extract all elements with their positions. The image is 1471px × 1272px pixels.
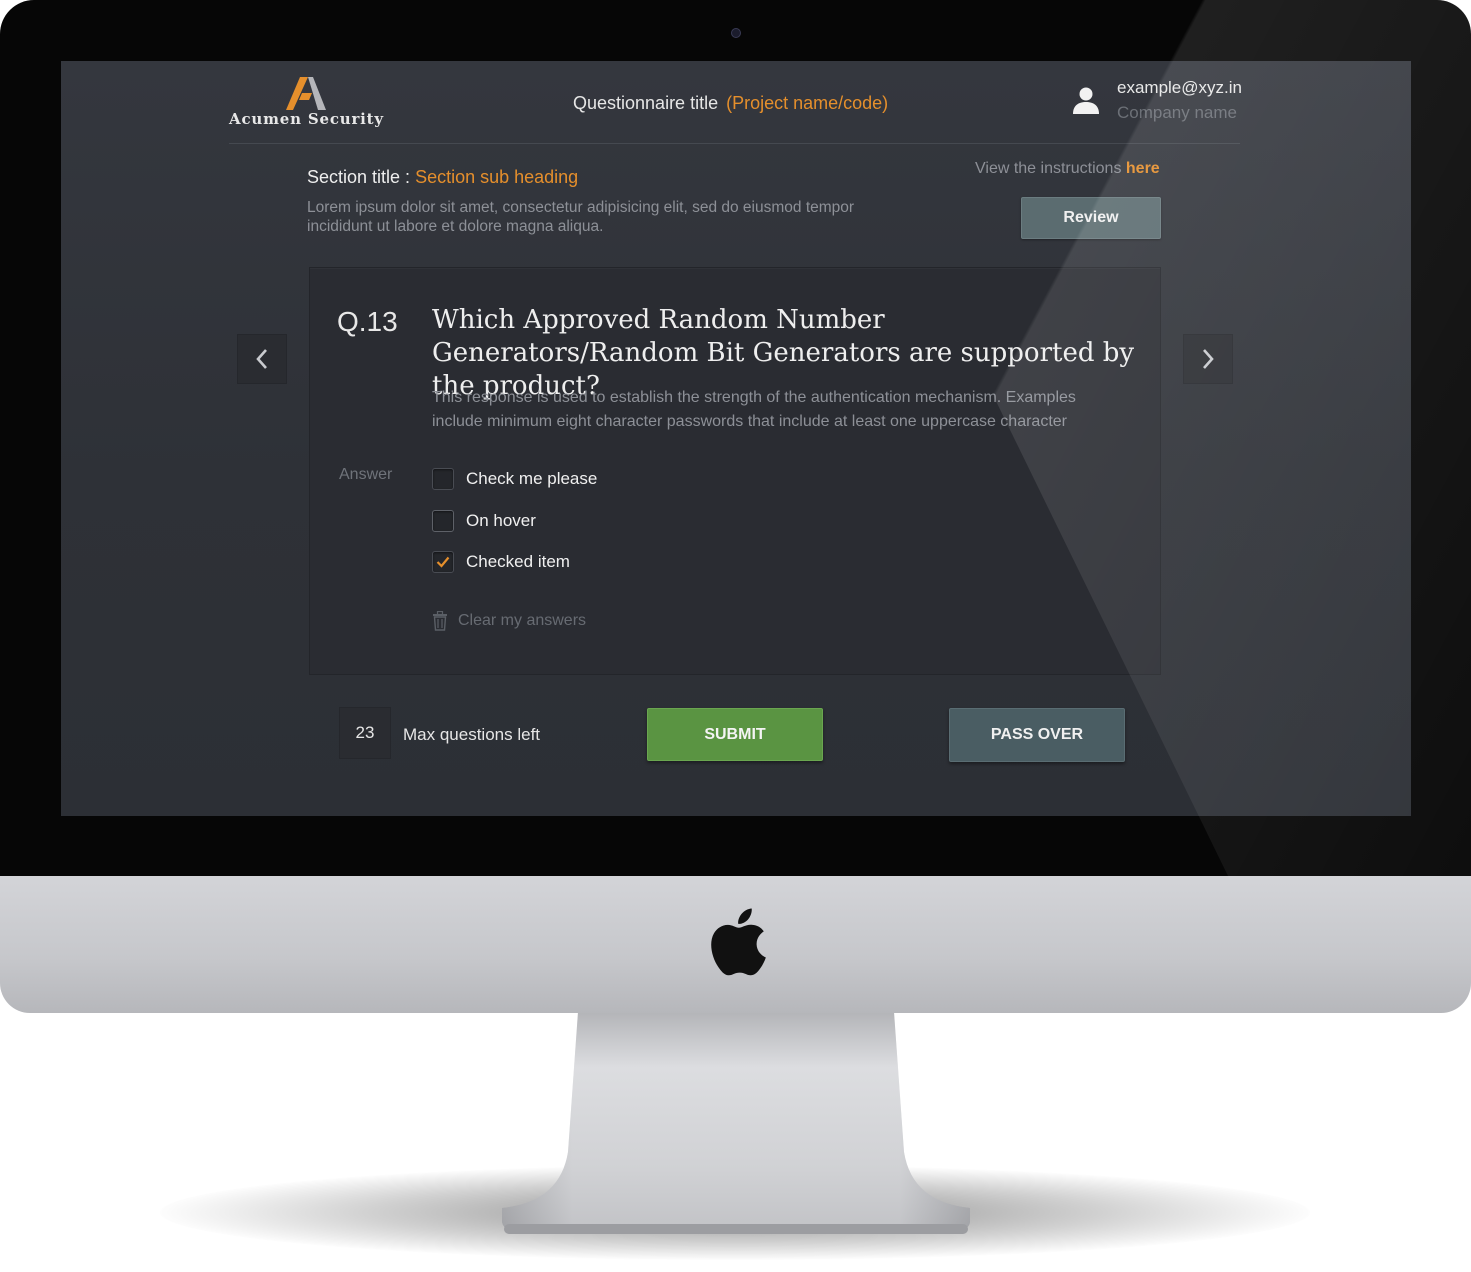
- section-title-label: Section title :: [307, 167, 416, 187]
- project-name: (Project name/code): [726, 93, 889, 113]
- answer-label: Answer: [339, 466, 393, 483]
- question-number: Q.13: [337, 306, 398, 337]
- checkmark-icon: [436, 556, 450, 568]
- section-sub-heading: Section sub heading: [415, 167, 579, 187]
- answer-option-label: On hover: [466, 511, 536, 530]
- company-name: Company name: [1117, 103, 1238, 122]
- instructions-link[interactable]: here: [1126, 160, 1160, 177]
- questionnaire-app: Acumen Security Questionnaire title (Proj…: [61, 61, 1411, 816]
- instructions-label: View the instructions: [975, 160, 1126, 177]
- user-icon[interactable]: [1071, 85, 1101, 115]
- monitor-stand: [502, 1012, 970, 1234]
- question-card: Q.13 Which Approved Random Number Genera…: [309, 267, 1161, 675]
- instructions-text: View the instructions here: [975, 160, 1160, 178]
- submit-button[interactable]: SUBMIT: [647, 708, 823, 761]
- section-title: Section title : Section sub heading: [307, 167, 578, 188]
- user-email[interactable]: example@xyz.in: [1117, 78, 1242, 98]
- questionnaire-title: Questionnaire title (Project name/code): [573, 93, 888, 114]
- questions-left-label: Max questions left: [403, 725, 541, 744]
- answer-option-check-me-please[interactable]: Check me please: [432, 467, 597, 491]
- brand-name: Acumen Security: [229, 110, 384, 128]
- camera-icon: [731, 28, 741, 38]
- previous-question-button[interactable]: [237, 334, 287, 384]
- chevron-left-icon: [256, 349, 267, 369]
- answer-option-label: Checked item: [466, 552, 570, 571]
- questionnaire-title-label: Questionnaire title: [573, 93, 719, 113]
- answer-option-checked-item[interactable]: Checked item: [432, 550, 570, 574]
- screen: Acumen Security Questionnaire title (Proj…: [61, 61, 1411, 816]
- clear-answers-label: Clear my answers: [458, 612, 587, 629]
- review-button[interactable]: Review: [1021, 197, 1161, 239]
- header-divider: [229, 143, 1240, 144]
- chevron-right-icon: [1203, 349, 1214, 369]
- clear-answers-button[interactable]: Clear my answers: [432, 611, 586, 631]
- apple-logo-icon: [711, 908, 766, 976]
- checkbox-checked[interactable]: [432, 551, 454, 573]
- brand-logo[interactable]: Acumen Security: [229, 77, 384, 129]
- pass-over-button[interactable]: PASS OVER: [949, 708, 1125, 762]
- section-description: Lorem ipsum dolor sit amet, consectetur …: [307, 199, 855, 235]
- logo-mark-icon: [286, 77, 326, 110]
- questions-left-count: 23: [339, 707, 391, 759]
- checkbox-hover[interactable]: [432, 510, 454, 532]
- checkbox-unchecked[interactable]: [432, 468, 454, 490]
- trash-icon: [433, 611, 447, 631]
- next-question-button[interactable]: [1183, 334, 1233, 384]
- question-help-text: This response is used to establish the s…: [432, 389, 1076, 430]
- answer-option-label: Check me please: [466, 469, 598, 488]
- answer-option-on-hover[interactable]: On hover: [432, 509, 536, 533]
